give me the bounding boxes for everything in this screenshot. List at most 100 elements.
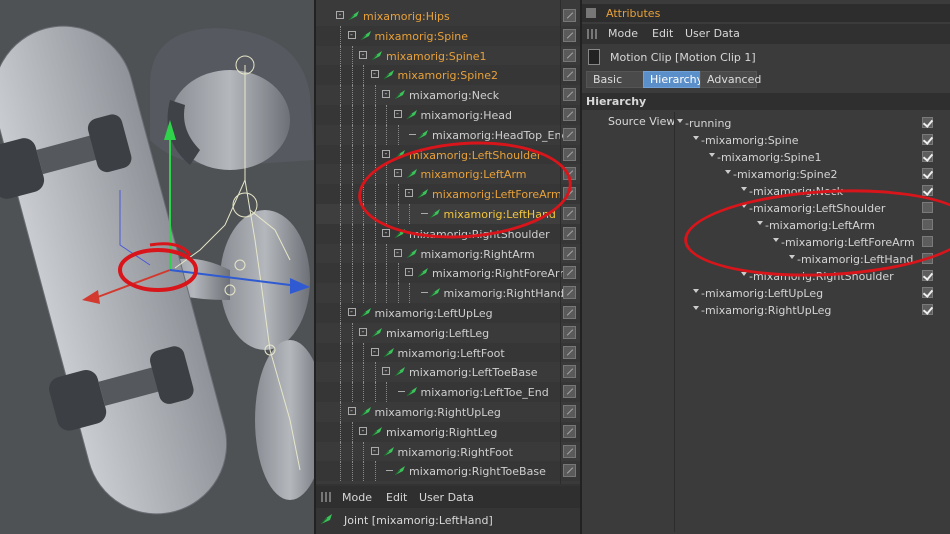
expand-arrow-icon[interactable]: [741, 204, 747, 208]
object-row[interactable]: mixamorig:LeftToe_End: [316, 382, 580, 403]
hierarchy-row[interactable]: -mixamorig:LeftShoulder: [675, 199, 937, 216]
expand-arrow-icon[interactable]: [693, 306, 699, 310]
expand-toggle-icon[interactable]: -: [393, 110, 402, 118]
expand-toggle-icon[interactable]: -: [382, 228, 390, 237]
object-row[interactable]: - mixamorig:LeftLeg: [316, 322, 580, 343]
render-tag-icon[interactable]: [563, 207, 576, 220]
object-row[interactable]: - mixamorig:LeftUpLeg: [316, 303, 580, 323]
hierarchy-row[interactable]: -mixamorig:LeftForeArm: [675, 233, 937, 250]
hierarchy-checkbox[interactable]: [922, 304, 933, 315]
object-row[interactable]: - mixamorig:Neck: [316, 85, 580, 106]
hierarchy-row[interactable]: -mixamorig:Spine2: [675, 165, 937, 182]
hierarchy-row[interactable]: -mixamorig:LeftHand: [675, 250, 937, 267]
expand-arrow-icon[interactable]: [725, 170, 731, 174]
hierarchy-checkbox[interactable]: [922, 185, 933, 196]
hierarchy-checkbox[interactable]: [922, 287, 933, 298]
render-tag-icon[interactable]: [563, 147, 576, 161]
hierarchy-row[interactable]: -mixamorig:LeftUpLeg: [675, 284, 937, 301]
hierarchy-row[interactable]: -mixamorig:Spine: [675, 131, 937, 148]
tab-advanced[interactable]: Advanced: [700, 71, 761, 88]
render-tag-icon[interactable]: [563, 424, 576, 438]
object-row[interactable]: - mixamorig:RightForeArm: [316, 263, 580, 284]
hierarchy-row[interactable]: -mixamorig:Neck: [675, 182, 937, 199]
render-tag-icon[interactable]: [563, 9, 576, 22]
expand-arrow-icon[interactable]: [741, 187, 747, 191]
render-tag-icon[interactable]: [563, 68, 576, 82]
object-row[interactable]: - mixamorig:RightFoot: [316, 441, 580, 462]
object-row[interactable]: - mixamorig:Spine: [316, 25, 580, 46]
render-tag-icon[interactable]: [563, 246, 576, 260]
render-tag-icon[interactable]: [563, 286, 576, 300]
render-tag-icon[interactable]: [563, 325, 576, 339]
expand-toggle-icon[interactable]: -: [382, 149, 390, 158]
hierarchy-checkbox[interactable]: [922, 236, 933, 247]
render-tag-icon[interactable]: [563, 88, 576, 102]
hierarchy-checkbox[interactable]: [922, 253, 933, 264]
render-tag-icon[interactable]: [563, 385, 576, 399]
render-tag-icon[interactable]: [563, 464, 576, 478]
expand-arrow-icon[interactable]: [709, 153, 715, 157]
hierarchy-row[interactable]: -mixamorig:LeftArm: [675, 216, 937, 233]
hierarchy-row[interactable]: -mixamorig:RightShoulder: [675, 267, 937, 284]
expand-toggle-icon[interactable]: -: [382, 367, 390, 376]
expand-toggle-icon[interactable]: -: [405, 189, 413, 198]
expand-arrow-icon[interactable]: [677, 119, 683, 123]
expand-arrow-icon[interactable]: [693, 136, 699, 140]
expand-toggle-icon[interactable]: -: [359, 426, 367, 435]
expand-arrow-icon[interactable]: [693, 289, 699, 293]
expand-arrow-icon[interactable]: [741, 272, 747, 276]
menu-edit[interactable]: Edit: [652, 27, 673, 40]
object-row[interactable]: - mixamorig:LeftForeArm: [316, 184, 580, 205]
object-row[interactable]: - mixamorig:Head: [316, 105, 580, 125]
object-row[interactable]: mixamorig:RightToeBase: [316, 461, 580, 482]
expand-toggle-icon[interactable]: -: [336, 11, 344, 19]
hierarchy-checkbox[interactable]: [922, 117, 933, 128]
expand-toggle-icon[interactable]: -: [405, 268, 413, 277]
hierarchy-row[interactable]: -mixamorig:RightUpLeg: [675, 301, 937, 318]
object-row[interactable]: - mixamorig:LeftToeBase: [316, 362, 580, 383]
object-row[interactable]: - mixamorig:RightLeg: [316, 421, 580, 442]
3d-viewport[interactable]: [0, 0, 314, 534]
panel-toggle[interactable]: [586, 8, 596, 18]
expand-toggle-icon[interactable]: -: [359, 327, 367, 336]
expand-toggle-icon[interactable]: -: [382, 90, 390, 99]
hierarchy-checkbox[interactable]: [922, 134, 933, 145]
render-tag-icon[interactable]: [563, 444, 576, 458]
object-manager[interactable]: - mixamorig:Hips - mixamorig:Spine - mixamori…: [316, 0, 580, 484]
expand-toggle-icon[interactable]: -: [347, 308, 356, 316]
hierarchy-checkbox[interactable]: [922, 219, 933, 230]
expand-arrow-icon[interactable]: [789, 255, 795, 259]
object-row[interactable]: mixamorig:HeadTop_End: [316, 124, 580, 145]
render-tag-icon[interactable]: [563, 345, 576, 359]
hierarchy-row[interactable]: -running: [675, 114, 937, 131]
menu-mode[interactable]: Mode: [608, 27, 638, 40]
render-tag-icon[interactable]: [563, 187, 576, 201]
render-tag-icon[interactable]: [563, 365, 576, 379]
object-row[interactable]: mixamorig:LeftHand: [316, 204, 580, 224]
hierarchy-checkbox[interactable]: [922, 202, 933, 213]
source-view-tree[interactable]: -running -mixamorig:Spine -mixamorig:Spine…: [674, 112, 937, 532]
hierarchy-checkbox[interactable]: [922, 270, 933, 281]
render-tag-icon[interactable]: [563, 167, 576, 181]
object-row[interactable]: - mixamorig:LeftFoot: [316, 342, 580, 363]
expand-toggle-icon[interactable]: -: [347, 30, 356, 39]
render-tag-icon[interactable]: [563, 306, 576, 319]
hierarchy-row[interactable]: -mixamorig:Spine1: [675, 148, 937, 165]
menu-user-data[interactable]: User Data: [419, 491, 474, 504]
object-row[interactable]: mixamorig:RightHand: [316, 283, 580, 304]
object-row[interactable]: - mixamorig:RightUpLeg: [316, 402, 580, 422]
menu-mode[interactable]: Mode: [342, 491, 372, 504]
expand-toggle-icon[interactable]: -: [393, 169, 402, 178]
expand-toggle-icon[interactable]: -: [370, 70, 379, 79]
object-row[interactable]: - mixamorig:RightShoulder: [316, 223, 580, 244]
object-row[interactable]: - mixamorig:Spine1: [316, 45, 580, 66]
tab-basic[interactable]: Basic: [586, 71, 644, 88]
menu-user-data[interactable]: User Data: [685, 27, 740, 40]
object-row[interactable]: - mixamorig:RightArm: [316, 243, 580, 264]
object-row[interactable]: - mixamorig:Spine2: [316, 65, 580, 86]
menu-edit[interactable]: Edit: [386, 491, 407, 504]
render-tag-icon[interactable]: [563, 108, 576, 121]
render-tag-icon[interactable]: [563, 28, 576, 42]
expand-toggle-icon[interactable]: -: [347, 407, 356, 415]
hierarchy-checkbox[interactable]: [922, 168, 933, 179]
